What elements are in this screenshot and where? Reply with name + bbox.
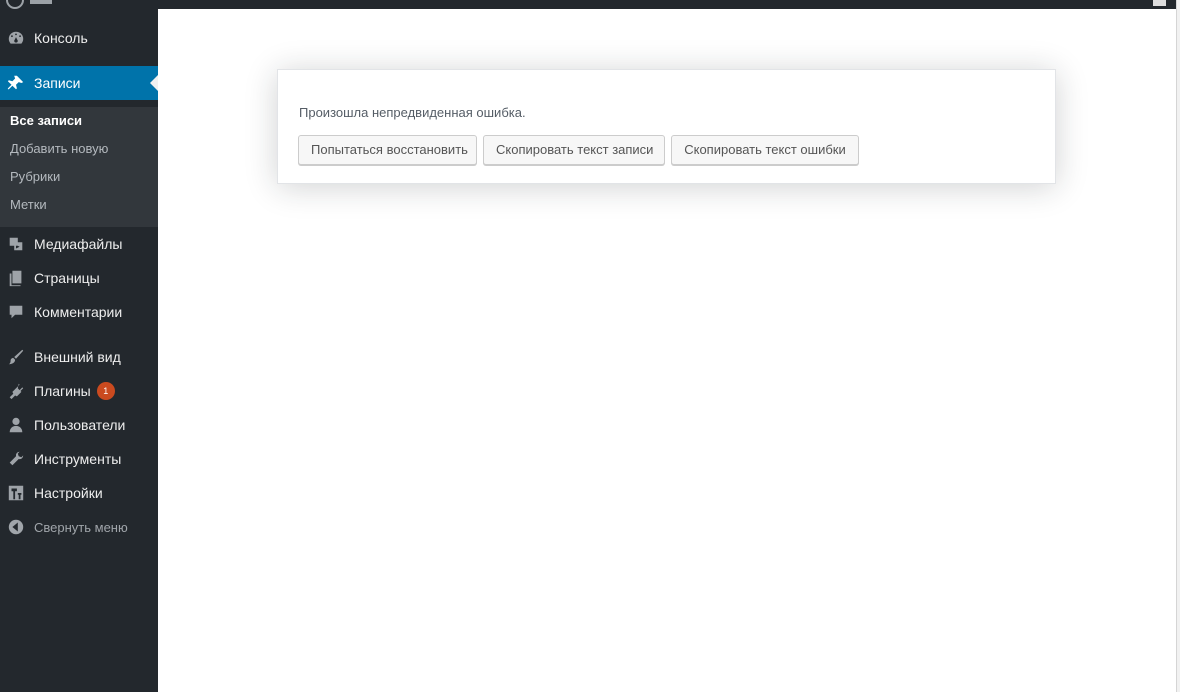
menu-item-console[interactable]: Консоль [0, 21, 158, 55]
admin-bar [0, 0, 1180, 9]
menu-item-label: Комментарии [34, 304, 123, 320]
submenu-item-tags[interactable]: Метки [10, 195, 47, 215]
submenu-item-add-new[interactable]: Добавить новую [10, 139, 108, 159]
wordpress-logo-icon[interactable] [6, 0, 24, 9]
dashboard-icon [7, 29, 25, 47]
editor-content-area: Произошла непредвиденная ошибка. Попытат… [158, 9, 1176, 692]
menu-item-label: Инструменты [34, 451, 122, 467]
menu-item-appearance[interactable]: Внешний вид [0, 340, 158, 374]
user-icon [7, 416, 25, 434]
menu-item-label: Медиафайлы [34, 236, 123, 252]
posts-submenu: Все записи Добавить новую Рубрики Метки [0, 107, 158, 227]
error-message: Произошла непредвиденная ошибка. [299, 105, 526, 120]
menu-item-label: Записи [34, 75, 81, 91]
comments-icon [7, 303, 25, 321]
collapse-menu-button[interactable]: Свернуть меню [0, 510, 158, 544]
submenu-item-categories[interactable]: Рубрики [10, 167, 60, 187]
menu-item-pages[interactable]: Страницы [0, 261, 158, 295]
window-edge [1176, 0, 1180, 692]
menu-item-label: Внешний вид [34, 349, 121, 365]
menu-item-settings[interactable]: Настройки [0, 476, 158, 510]
menu-item-label: Свернуть меню [34, 519, 128, 535]
menu-item-label: Страницы [34, 270, 100, 286]
menu-item-label: Консоль [34, 30, 88, 46]
attempt-recovery-button[interactable]: Попытаться восстановить [298, 135, 477, 165]
update-count-badge: 1 [96, 382, 115, 400]
settings-icon [7, 484, 25, 502]
brush-icon [7, 348, 25, 366]
media-icon [7, 235, 25, 253]
wrench-icon [7, 450, 25, 468]
menu-item-label: Плагины [34, 383, 91, 399]
menu-item-comments[interactable]: Комментарии [0, 295, 158, 329]
menu-item-media[interactable]: Медиафайлы [0, 227, 158, 261]
admin-sidebar: Консоль Записи Все записи Добавить новую… [0, 9, 158, 692]
copy-post-text-button[interactable]: Скопировать текст записи [483, 135, 665, 165]
menu-item-label: Пользователи [34, 417, 126, 433]
menu-item-plugins[interactable]: Плагины 1 [0, 374, 158, 408]
plugin-icon [7, 382, 25, 400]
menu-item-posts[interactable]: Записи [0, 66, 158, 100]
avatar[interactable] [1153, 0, 1166, 6]
menu-item-users[interactable]: Пользователи [0, 408, 158, 442]
pages-icon [7, 269, 25, 287]
pin-icon [7, 74, 25, 92]
collapse-icon [7, 518, 25, 536]
menu-item-tools[interactable]: Инструменты [0, 442, 158, 476]
error-notice: Произошла непредвиденная ошибка. Попытат… [277, 69, 1056, 184]
submenu-item-all-posts[interactable]: Все записи [10, 111, 82, 131]
copy-error-text-button[interactable]: Скопировать текст ошибки [671, 135, 859, 165]
menu-item-label: Настройки [34, 485, 103, 501]
admin-bar-item[interactable] [30, 0, 52, 4]
